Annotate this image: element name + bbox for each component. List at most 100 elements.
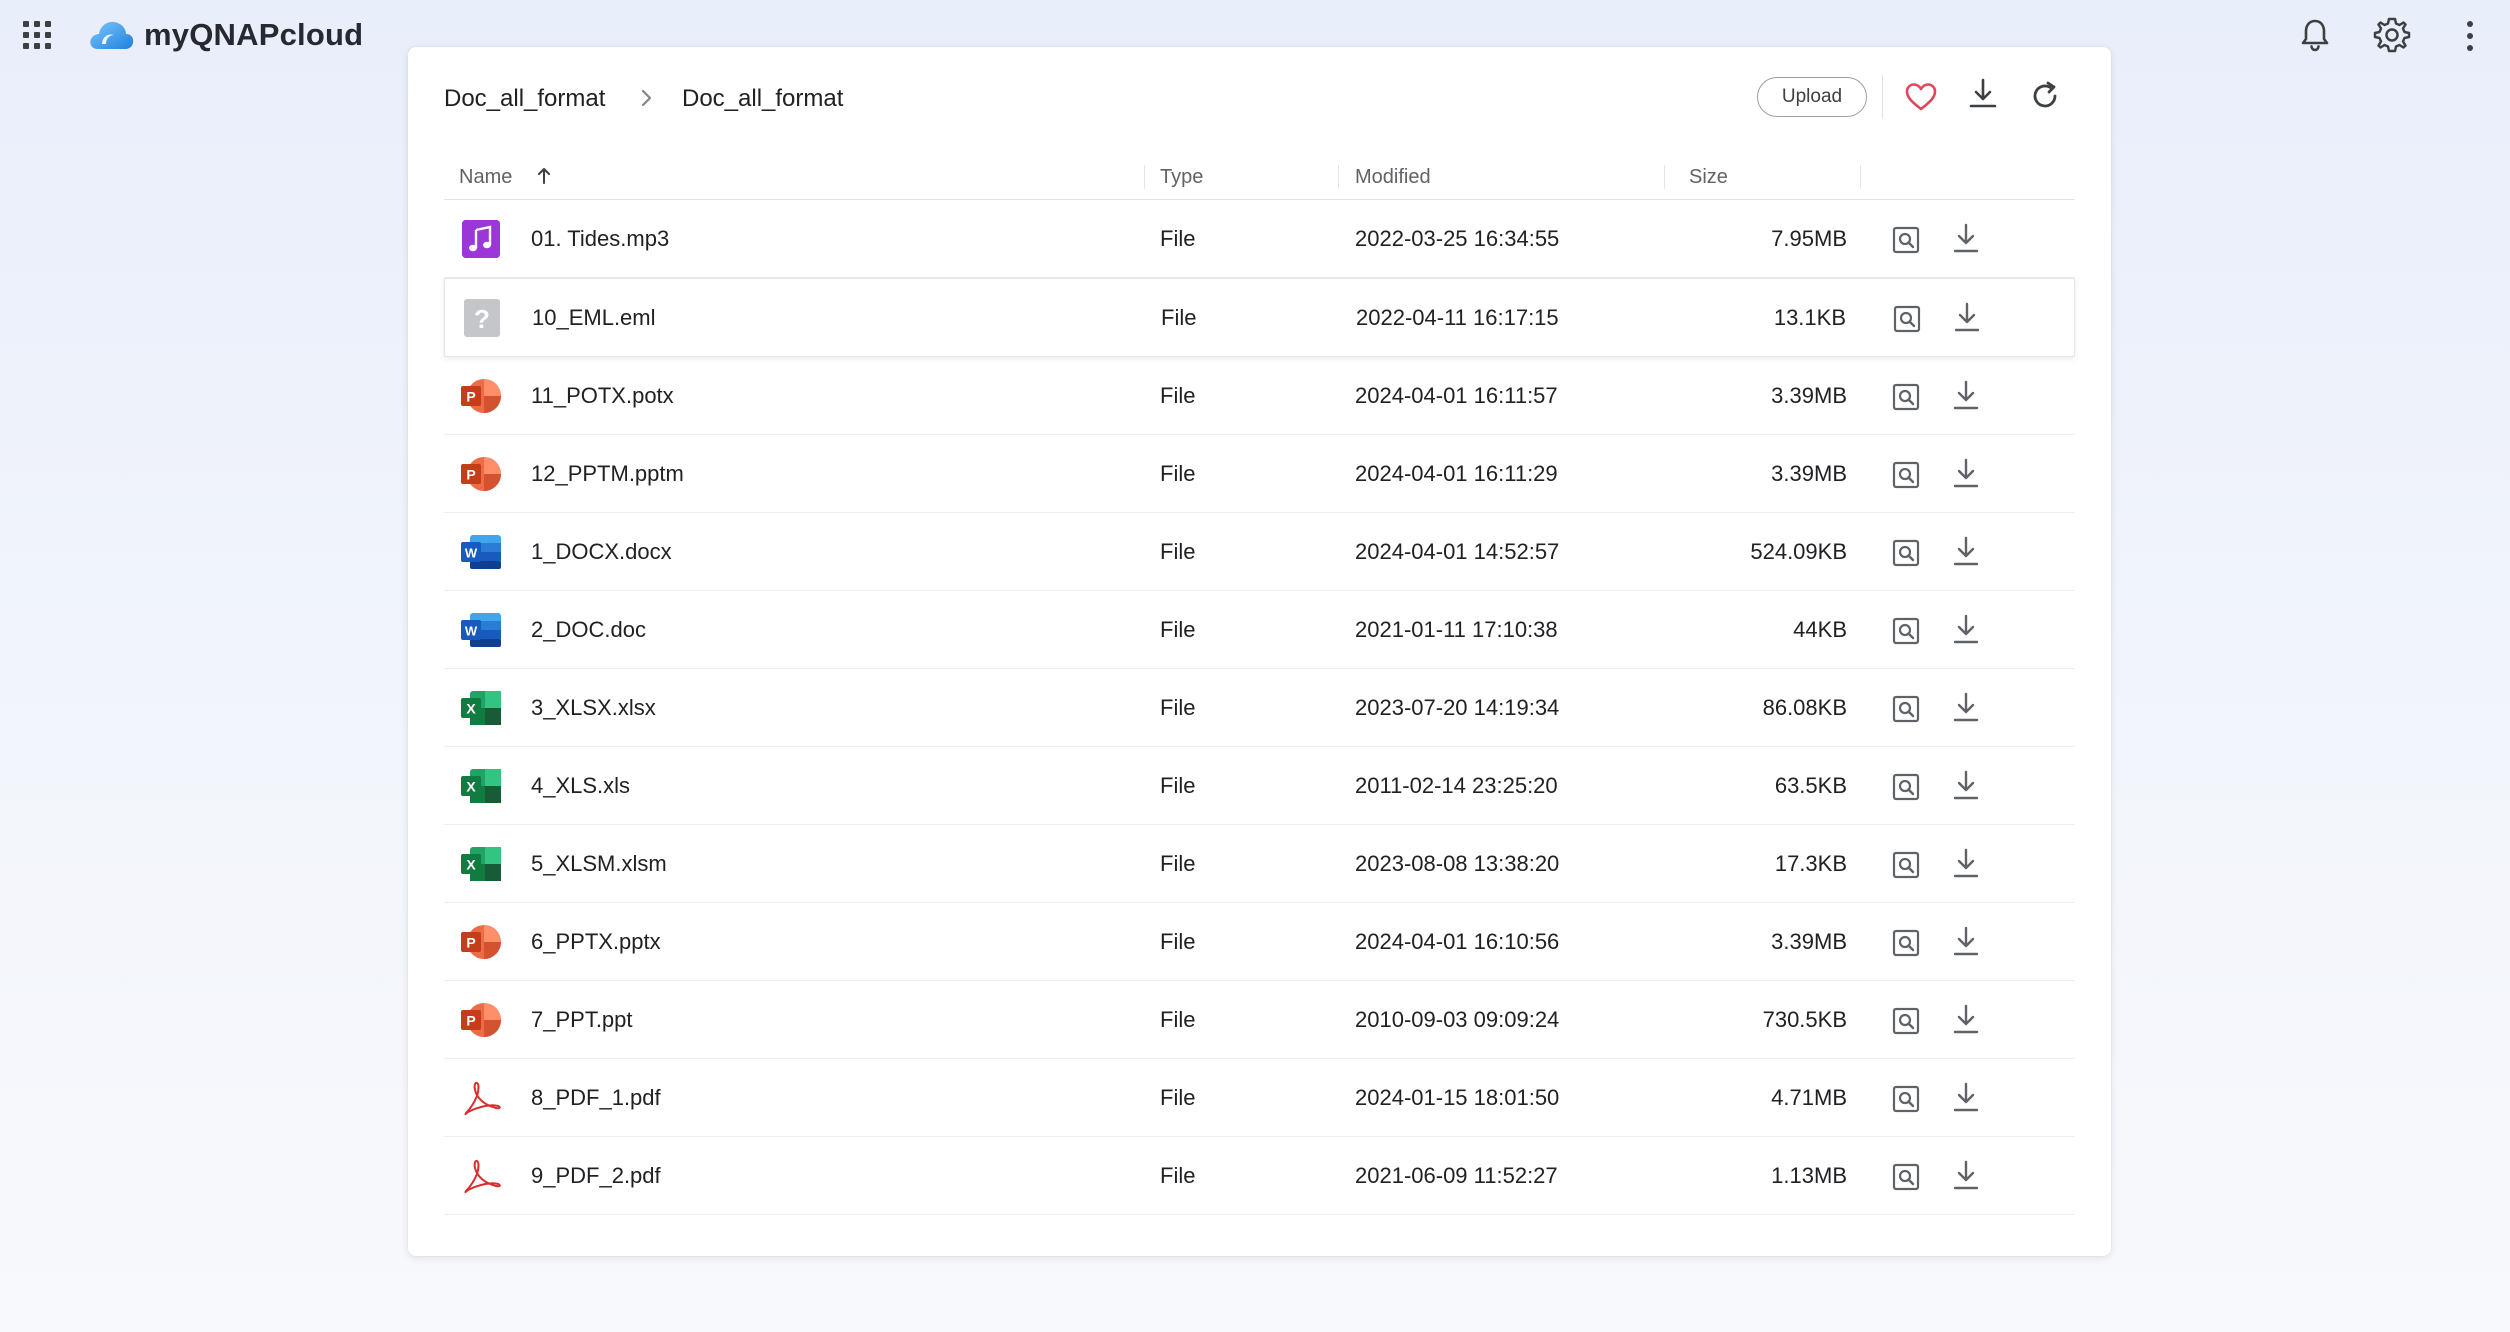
preview-icon[interactable] <box>1891 850 1921 880</box>
settings-gear-icon[interactable] <box>2372 15 2412 55</box>
column-divider[interactable] <box>1338 165 1339 189</box>
preview-icon[interactable] <box>1891 538 1921 568</box>
preview-icon[interactable] <box>1891 694 1921 724</box>
file-size: 7.95MB <box>1771 226 1847 251</box>
download-icon[interactable] <box>1950 1081 1982 1115</box>
column-header-size[interactable]: Size <box>1689 155 1728 199</box>
download-icon[interactable] <box>1950 613 1982 647</box>
column-header-name[interactable]: Name <box>459 155 512 199</box>
svg-text:P: P <box>466 1013 475 1029</box>
svg-text:P: P <box>466 389 475 405</box>
file-type: File <box>1160 1085 1196 1110</box>
upload-button[interactable]: Upload <box>1757 77 1867 117</box>
download-icon[interactable] <box>1950 1003 1982 1037</box>
preview-icon[interactable] <box>1891 928 1921 958</box>
table-row[interactable]: W 1_DOCX.docx File 2024-04-01 14:52:57 524.0… <box>444 513 2075 591</box>
preview-icon[interactable] <box>1891 460 1921 490</box>
download-icon[interactable] <box>1950 847 1982 881</box>
preview-icon[interactable] <box>1891 1162 1921 1192</box>
file-name[interactable]: 01. Tides.mp3 <box>531 200 669 278</box>
file-modified: 2021-06-09 11:52:27 <box>1355 1163 1558 1188</box>
powerpoint-file-icon: P <box>460 455 502 493</box>
favorite-heart-icon[interactable] <box>1904 81 1938 113</box>
myqnapcloud-logo[interactable] <box>88 16 134 52</box>
preview-icon[interactable] <box>1891 772 1921 802</box>
download-icon[interactable] <box>1950 691 1982 725</box>
file-type: File <box>1160 695 1196 720</box>
refresh-icon[interactable] <box>2028 79 2062 113</box>
app-brand: myQNAPcloud <box>144 17 364 52</box>
download-icon[interactable] <box>1950 457 1982 491</box>
download-all-icon[interactable] <box>1966 77 2000 113</box>
file-name[interactable]: 9_PDF_2.pdf <box>531 1137 661 1215</box>
file-type: File <box>1160 226 1196 251</box>
word-file-icon: W <box>460 611 502 649</box>
table-row[interactable]: P 11_POTX.potx File 2024-04-01 16:11:57 3.39… <box>444 357 2075 435</box>
table-row[interactable]: P 6_PPTX.pptx File 2024-04-01 16:10:56 3.39M… <box>444 903 2075 981</box>
sort-ascending-icon[interactable] <box>536 166 552 186</box>
file-name[interactable]: 8_PDF_1.pdf <box>531 1059 661 1137</box>
download-icon[interactable] <box>1950 535 1982 569</box>
file-modified: 2021-01-11 17:10:38 <box>1355 617 1558 642</box>
download-icon[interactable] <box>1950 769 1982 803</box>
table-row[interactable]: P 12_PPTM.pptm File 2024-04-01 16:11:29 3.39… <box>444 435 2075 513</box>
apps-grid-icon[interactable] <box>22 20 52 50</box>
svg-text:?: ? <box>474 304 490 334</box>
file-name[interactable]: 1_DOCX.docx <box>531 513 672 591</box>
column-divider[interactable] <box>1664 165 1665 189</box>
table-row[interactable]: W 2_DOC.doc File 2021-01-11 17:10:38 44KB <box>444 591 2075 669</box>
preview-icon[interactable] <box>1891 225 1921 255</box>
table-header: Name Type Modified Size <box>444 155 2075 200</box>
table-row[interactable]: X 3_XLSX.xlsx File 2023-07-20 14:19:34 86.08… <box>444 669 2075 747</box>
svg-text:X: X <box>466 857 476 873</box>
file-name[interactable]: 10_EML.eml <box>532 279 656 357</box>
download-icon[interactable] <box>1950 1159 1982 1193</box>
file-name[interactable]: 3_XLSX.xlsx <box>531 669 656 747</box>
file-name[interactable]: 2_DOC.doc <box>531 591 646 669</box>
file-name[interactable]: 4_XLS.xls <box>531 747 630 825</box>
download-icon[interactable] <box>1950 925 1982 959</box>
file-modified: 2023-07-20 14:19:34 <box>1355 695 1560 720</box>
column-divider[interactable] <box>1860 165 1861 189</box>
download-icon[interactable] <box>1950 379 1982 413</box>
file-type: File <box>1161 305 1197 330</box>
preview-icon[interactable] <box>1892 304 1922 334</box>
breadcrumb-item-current: Doc_all_format <box>682 85 844 112</box>
file-type: File <box>1160 773 1196 798</box>
download-icon[interactable] <box>1951 301 1983 335</box>
file-name[interactable]: 12_PPTM.pptm <box>531 435 684 513</box>
file-table: Name Type Modified Size 01. Tides.mp3 Fil… <box>444 155 2075 1215</box>
svg-text:X: X <box>466 701 476 717</box>
preview-icon[interactable] <box>1891 616 1921 646</box>
file-name[interactable]: 11_POTX.potx <box>531 357 674 435</box>
file-modified: 2024-04-01 14:52:57 <box>1355 539 1560 564</box>
more-options-icon[interactable] <box>2458 16 2482 56</box>
preview-icon[interactable] <box>1891 1084 1921 1114</box>
download-icon[interactable] <box>1950 222 1982 256</box>
file-size: 3.39MB <box>1771 929 1847 954</box>
table-row[interactable]: X 5_XLSM.xlsm File 2023-08-08 13:38:20 17.3K… <box>444 825 2075 903</box>
table-row[interactable]: 8_PDF_1.pdf File 2024-01-15 18:01:50 4.71MB <box>444 1059 2075 1137</box>
table-row[interactable]: ? 10_EML.eml File 2022-04-11 16:17:15 13.1KB <box>444 278 2075 357</box>
column-header-type[interactable]: Type <box>1160 155 1203 199</box>
preview-icon[interactable] <box>1891 1006 1921 1036</box>
file-modified: 2022-03-25 16:34:55 <box>1355 226 1560 251</box>
svg-text:P: P <box>466 935 475 951</box>
column-divider[interactable] <box>1144 165 1145 189</box>
file-name[interactable]: 5_XLSM.xlsm <box>531 825 667 903</box>
notification-bell-icon[interactable] <box>2296 16 2334 54</box>
table-row[interactable]: P 7_PPT.ppt File 2010-09-03 09:09:24 730.5KB <box>444 981 2075 1059</box>
column-header-modified[interactable]: Modified <box>1355 155 1431 199</box>
file-type: File <box>1160 1007 1196 1032</box>
svg-text:W: W <box>465 546 478 561</box>
preview-icon[interactable] <box>1891 382 1921 412</box>
table-row[interactable]: 9_PDF_2.pdf File 2021-06-09 11:52:27 1.13MB <box>444 1137 2075 1215</box>
file-modified: 2011-02-14 23:25:20 <box>1355 773 1558 798</box>
table-row[interactable]: 01. Tides.mp3 File 2022-03-25 16:34:55 7.95… <box>444 200 2075 278</box>
file-type: File <box>1160 461 1196 486</box>
file-size: 63.5KB <box>1774 773 1847 798</box>
file-name[interactable]: 7_PPT.ppt <box>531 981 633 1059</box>
breadcrumb-item-parent[interactable]: Doc_all_format <box>444 85 605 113</box>
table-row[interactable]: X 4_XLS.xls File 2011-02-14 23:25:20 63.5KB <box>444 747 2075 825</box>
file-name[interactable]: 6_PPTX.pptx <box>531 903 661 981</box>
